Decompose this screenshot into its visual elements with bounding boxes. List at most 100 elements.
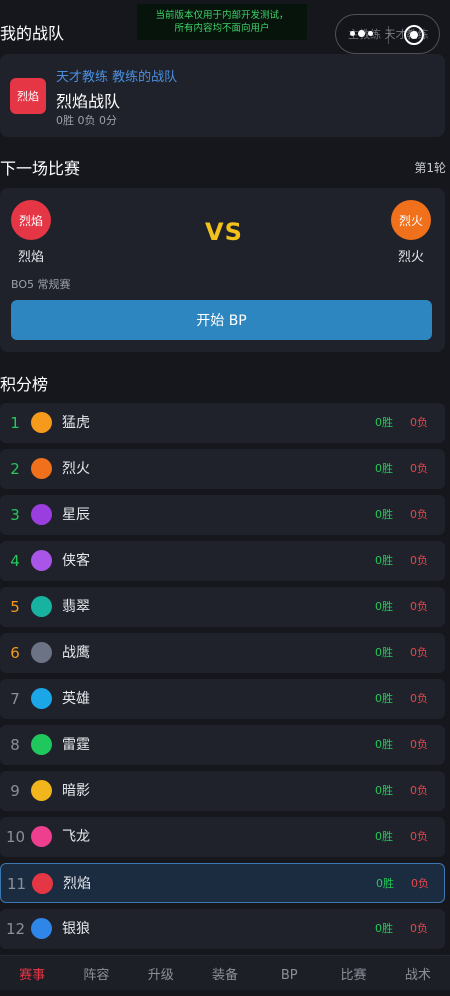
losses: 0负 [410, 922, 428, 935]
coach-line: 天才教练 教练的战队 [56, 70, 178, 85]
losses: 0负 [410, 554, 428, 567]
match-format: BO5 常规赛 [11, 278, 71, 291]
losses: 0负 [410, 416, 428, 429]
wins: 0胜 [375, 416, 393, 429]
round-label: 第1轮 [414, 161, 446, 175]
standings-row[interactable]: 9 暗影 0胜 0负 [0, 771, 445, 811]
team-name: 侠客 [62, 553, 90, 569]
wins: 0胜 [375, 600, 393, 613]
losses: 0负 [410, 692, 428, 705]
standings-row[interactable]: 11 烈焰 0胜 0负 [0, 863, 445, 903]
dev-notice-line1: 当前版本仅用于内部开发测试， [155, 10, 289, 21]
rank-number: 6 [10, 644, 20, 662]
team-name: 雷霆 [62, 737, 90, 753]
team-name: 战鹰 [62, 645, 90, 661]
tab-1[interactable]: 阵容 [64, 956, 128, 990]
bottom-tab-bar: 赛事 阵容 升级 装备 BP 比赛 战术 [0, 955, 450, 990]
wins: 0胜 [375, 692, 393, 705]
next-match-title: 下一场比赛 [0, 159, 81, 178]
team-color-icon [31, 504, 52, 525]
team-color-icon [32, 873, 53, 894]
wins: 0胜 [375, 830, 393, 843]
team-name: 猛虎 [62, 415, 90, 431]
my-team-title: 我的战队 [0, 24, 65, 43]
miniprogram-capsule: 主教练 天才教练 [335, 14, 440, 54]
capsule-divider [388, 26, 389, 44]
rank-number: 5 [10, 598, 20, 616]
home-team-badge: 烈焰 [11, 200, 51, 240]
standings-title: 积分榜 [0, 375, 49, 394]
wins: 0胜 [375, 646, 393, 659]
team-name: 飞龙 [62, 829, 90, 845]
home-team-name: 烈焰 [18, 250, 45, 265]
team-color-icon [31, 642, 52, 663]
rank-number: 1 [10, 414, 20, 432]
standings-row[interactable]: 2 烈火 0胜 0负 [0, 449, 445, 489]
dev-notice-banner: 当前版本仅用于内部开发测试， 所有内容均不面向用户 [137, 4, 307, 40]
losses: 0负 [410, 738, 428, 751]
losses: 0负 [410, 508, 428, 521]
team-color-icon [31, 550, 52, 571]
losses: 0负 [410, 784, 428, 797]
rank-number: 7 [10, 690, 20, 708]
vs-label: VS [205, 218, 243, 246]
rank-number: 2 [10, 460, 20, 478]
team-name: 暗影 [62, 783, 90, 799]
wins: 0胜 [375, 784, 393, 797]
team-color-icon [31, 596, 52, 617]
rank-number: 10 [6, 828, 26, 846]
start-bp-button[interactable]: 开始 BP [11, 300, 432, 340]
team-color-icon [31, 688, 52, 709]
team-color-icon [31, 734, 52, 755]
standings-row[interactable]: 4 侠客 0胜 0负 [0, 541, 445, 581]
standings-row[interactable]: 8 雷霆 0胜 0负 [0, 725, 445, 765]
away-team-badge: 烈火 [391, 200, 431, 240]
rank-number: 3 [10, 506, 20, 524]
standings-row[interactable]: 6 战鹰 0胜 0负 [0, 633, 445, 673]
my-team-name: 烈焰战队 [56, 92, 121, 111]
losses: 0负 [410, 600, 428, 613]
team-color-icon [31, 458, 52, 479]
standings-row[interactable]: 1 猛虎 0胜 0负 [0, 403, 445, 443]
dev-notice-line2: 所有内容均不面向用户 [174, 23, 270, 34]
tab-4[interactable]: BP [257, 956, 321, 990]
losses: 0负 [411, 877, 429, 890]
rank-number: 11 [7, 875, 27, 893]
wins: 0胜 [375, 554, 393, 567]
wins: 0胜 [376, 877, 394, 890]
team-name: 银狼 [62, 921, 90, 937]
standings-row[interactable]: 7 英雄 0胜 0负 [0, 679, 445, 719]
rank-number: 4 [10, 552, 20, 570]
rank-number: 8 [10, 736, 20, 754]
my-team-logo: 烈焰 [10, 78, 46, 114]
rank-number: 12 [6, 920, 26, 938]
my-team-stats: 0胜 0负 0分 [56, 114, 117, 127]
tab-2[interactable]: 升级 [129, 956, 193, 990]
standings-row[interactable]: 12 银狼 0胜 0负 [0, 909, 445, 949]
rank-number: 9 [10, 782, 20, 800]
away-team-name: 烈火 [398, 250, 425, 265]
losses: 0负 [410, 830, 428, 843]
tab-3[interactable]: 装备 [193, 956, 257, 990]
tab-5[interactable]: 比赛 [321, 956, 385, 990]
team-name: 烈焰 [63, 876, 91, 892]
wins: 0胜 [375, 508, 393, 521]
wins: 0胜 [375, 922, 393, 935]
standings-row[interactable]: 5 翡翠 0胜 0负 [0, 587, 445, 627]
team-color-icon [31, 826, 52, 847]
wins: 0胜 [375, 738, 393, 751]
team-name: 烈火 [62, 461, 90, 477]
more-menu-icon[interactable] [350, 30, 373, 37]
tab-0[interactable]: 赛事 [0, 956, 64, 990]
tab-6[interactable]: 战术 [386, 956, 450, 990]
close-miniprogram-icon[interactable] [404, 25, 424, 45]
team-name: 翡翠 [62, 599, 90, 615]
team-color-icon [31, 918, 52, 939]
team-name: 星辰 [62, 507, 90, 523]
losses: 0负 [410, 646, 428, 659]
losses: 0负 [410, 462, 428, 475]
wins: 0胜 [375, 462, 393, 475]
standings-row[interactable]: 10 飞龙 0胜 0负 [0, 817, 445, 857]
standings-row[interactable]: 3 星辰 0胜 0负 [0, 495, 445, 535]
team-color-icon [31, 412, 52, 433]
